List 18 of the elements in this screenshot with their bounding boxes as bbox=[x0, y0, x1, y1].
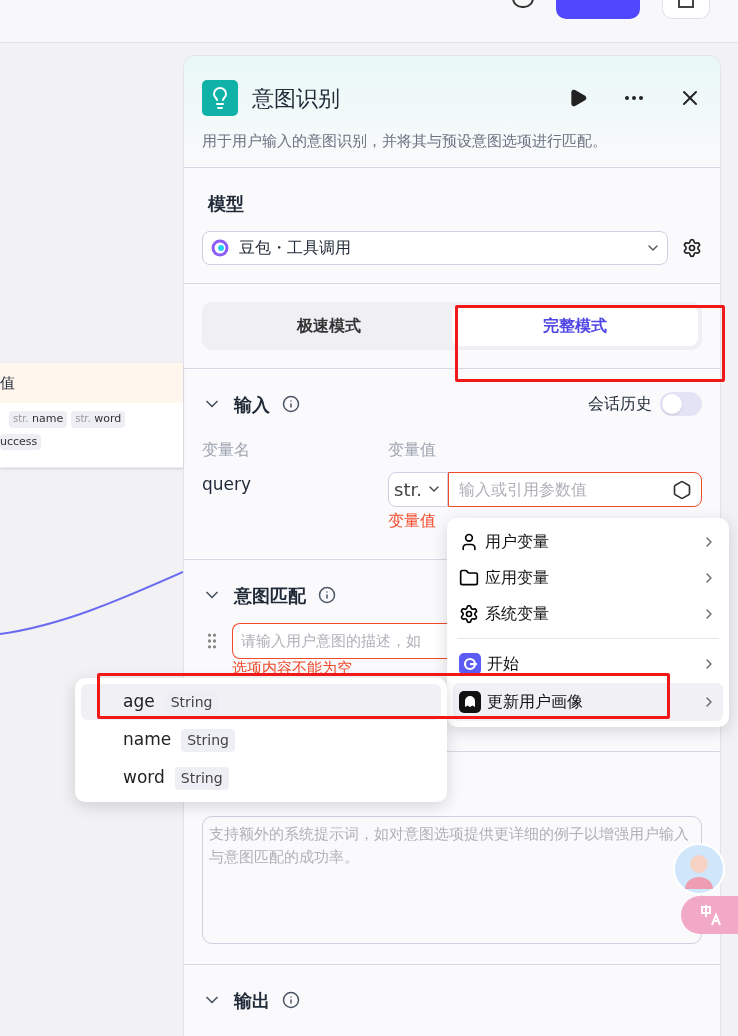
column-header: 变量名 bbox=[202, 438, 251, 461]
section-title: 模型 bbox=[208, 191, 245, 216]
type-tag: String bbox=[174, 766, 229, 790]
column-header: 变量值 bbox=[388, 438, 436, 461]
node-title: 值 bbox=[0, 372, 15, 394]
panel-title: 意图识别 bbox=[252, 84, 341, 113]
section-title: 输入 bbox=[234, 392, 270, 417]
history-label: 会话历史 bbox=[588, 393, 652, 415]
variable-tag: str. word bbox=[71, 411, 126, 428]
panel-description: 用于用户输入的意图识别，并将其与预设意图选项进行匹配。 bbox=[202, 131, 608, 152]
type-tag: String bbox=[181, 728, 235, 752]
variable-tag: uccess bbox=[0, 433, 42, 450]
error-message: 变量值 bbox=[388, 509, 437, 532]
section-title: 意图匹配 bbox=[234, 583, 306, 608]
variable-name: query bbox=[202, 473, 253, 497]
section-title: 输出 bbox=[234, 988, 270, 1013]
variable-tag: str. name bbox=[9, 411, 68, 428]
model-value: 豆包・工具调用 bbox=[239, 236, 352, 259]
